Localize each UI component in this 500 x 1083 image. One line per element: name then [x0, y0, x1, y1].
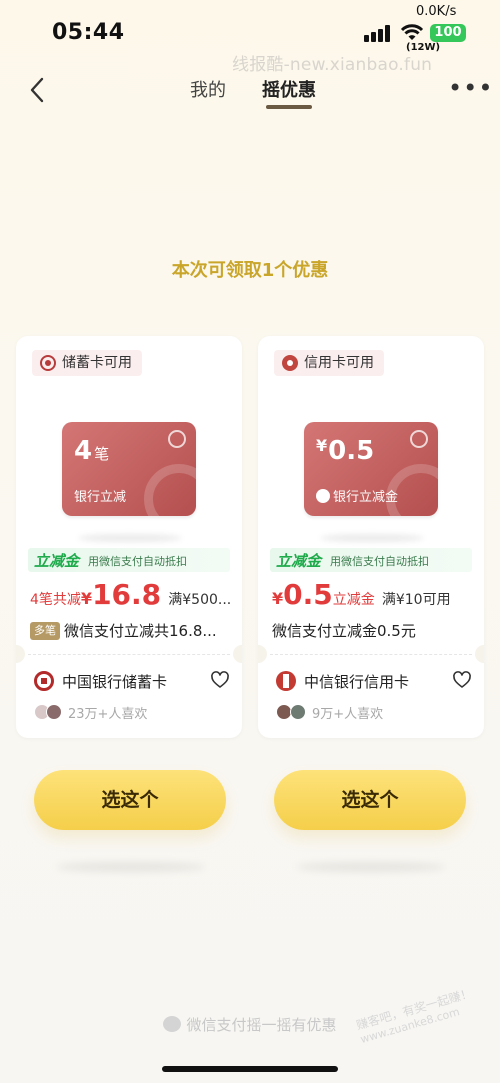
offer-card-debit[interactable]: 储蓄卡可用 4笔 银行立减 立减金 用微信支付自动抵扣 4笔共减¥16.8 满¥…	[16, 336, 242, 738]
amount-prefix: 4笔共减	[30, 592, 81, 608]
ticket-notch	[258, 645, 267, 663]
multi-badge: 多笔	[30, 622, 60, 640]
offer-description: 微信支付立减金0.5元	[272, 620, 478, 641]
avatar	[46, 704, 62, 720]
citic-logo-icon	[410, 430, 428, 448]
heart-icon[interactable]	[210, 670, 230, 690]
bank-name: 中国银行储蓄卡	[62, 673, 168, 691]
divider	[270, 654, 472, 655]
tab-mine[interactable]: 我的	[190, 76, 226, 102]
offer-card-credit[interactable]: 信用卡可用 ¥0.5 银行立减金 立减金 用微信支付自动抵扣 ¥0.5立减金 满…	[258, 336, 484, 738]
offer-description: 多笔 微信支付立减共16.8...	[30, 620, 236, 641]
choose-debit-offer-button[interactable]: 选这个	[34, 770, 226, 830]
heart-icon[interactable]	[452, 670, 472, 690]
page-headline: 本次可领取1个优惠	[171, 260, 329, 281]
button-shadow	[296, 862, 446, 872]
wechat-pay-icon	[316, 489, 330, 503]
like-count: 9万+人喜欢	[312, 707, 384, 722]
watermark-bottom: 赚客吧，有奖一起赚！ www.zuanke8.com	[354, 984, 478, 1046]
button-shadow	[56, 862, 206, 872]
net-speed: 0.0K/s	[416, 4, 457, 19]
back-icon[interactable]	[26, 76, 50, 104]
credit-card-icon	[282, 355, 298, 371]
bank-emblem-icon	[386, 464, 438, 516]
card-tag-label: 信用卡可用	[304, 355, 374, 371]
coupon-label: 银行立减	[74, 490, 127, 505]
ticket-notch	[475, 645, 484, 663]
bank-row: 中信银行信用卡	[276, 670, 472, 692]
amount-condition: 满¥10可用	[381, 592, 451, 608]
battery-icon: 100	[430, 24, 466, 42]
lijian-bar: 立减金 用微信支付自动抵扣	[270, 548, 472, 572]
card-tag: 储蓄卡可用	[32, 350, 142, 376]
ticket-notch	[16, 645, 25, 663]
avatar	[290, 704, 306, 720]
offer-desc-text: 微信支付立减金0.5元	[272, 622, 416, 640]
amount-condition: 满¥500...	[168, 592, 232, 608]
amount-value: 0.5	[283, 578, 333, 611]
debit-card-icon	[40, 355, 56, 371]
coupon-image: 4笔 银行立减	[62, 422, 196, 516]
boc-logo-icon	[168, 430, 186, 448]
more-icon[interactable]: •••	[448, 76, 492, 100]
offer-desc-text: 微信支付立减共16.8...	[64, 622, 217, 640]
citic-logo-icon	[276, 671, 296, 691]
footer-text: 微信支付摇一摇有优惠	[186, 1016, 337, 1034]
amount-value: 16.8	[92, 578, 162, 611]
watermark-top: 线报酷-new.xianbao.fun	[232, 55, 433, 75]
boc-logo-icon	[34, 671, 54, 691]
lijian-title: 立减金	[276, 552, 322, 570]
like-count: 23万+人喜欢	[68, 707, 148, 722]
lijian-title: 立减金	[34, 552, 80, 570]
coupon-amount: ¥0.5	[316, 436, 375, 466]
wifi-icon	[400, 24, 424, 40]
card-tag-label: 储蓄卡可用	[62, 355, 132, 371]
lijian-desc: 用微信支付自动抵扣	[330, 555, 429, 568]
coupon-image: ¥0.5 银行立减金	[304, 422, 438, 516]
amount-line: ¥0.5立减金 满¥10可用	[272, 578, 478, 611]
coupon-shadow	[320, 534, 424, 542]
status-time: 05:44	[52, 20, 125, 45]
lijian-bar: 立减金 用微信支付自动抵扣	[28, 548, 230, 572]
coupon-count: 4笔	[74, 436, 110, 466]
lijian-desc: 用微信支付自动抵扣	[88, 555, 187, 568]
tab-shake[interactable]: 摇优惠	[262, 76, 316, 102]
amount-yen: ¥	[272, 589, 284, 608]
card-tag: 信用卡可用	[274, 350, 384, 376]
amount-suffix: 立减金	[332, 592, 375, 608]
active-tab-indicator	[266, 105, 312, 109]
bank-row: 中国银行储蓄卡	[34, 670, 230, 692]
bank-emblem-icon	[144, 464, 196, 516]
amount-yen: ¥	[80, 589, 93, 608]
bank-name: 中信银行信用卡	[304, 673, 410, 691]
home-indicator[interactable]	[162, 1066, 338, 1072]
signal-icon	[364, 24, 392, 42]
wechat-pay-icon	[163, 1016, 182, 1032]
amount-line: 4笔共减¥16.8 满¥500...	[30, 578, 236, 611]
coupon-shadow	[78, 534, 182, 542]
divider	[28, 654, 230, 655]
ticket-notch	[233, 645, 242, 663]
choose-credit-offer-button[interactable]: 选这个	[274, 770, 466, 830]
